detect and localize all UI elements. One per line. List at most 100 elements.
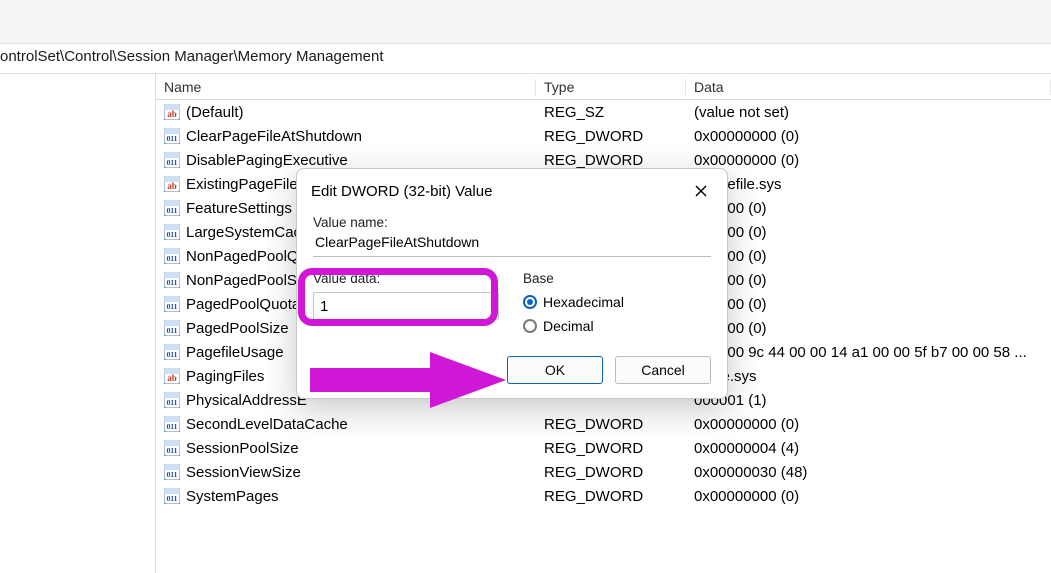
svg-text:011: 011 [167, 398, 178, 407]
row-type: REG_DWORD [536, 440, 686, 457]
radio-decimal[interactable]: Decimal [523, 314, 711, 338]
edit-dword-dialog: Edit DWORD (32-bit) Value Value name: Va… [296, 168, 728, 399]
table-row[interactable]: 011 SessionPoolSize REG_DWORD0x00000004 (4… [156, 436, 1051, 460]
row-name: ClearPageFileAtShutdown [186, 128, 362, 145]
row-name: FeatureSettings [186, 200, 292, 217]
row-data: 000000 (0) [686, 272, 1051, 289]
row-type: REG_DWORD [536, 128, 686, 145]
row-type: REG_DWORD [536, 488, 686, 505]
reg-dword-icon: 011 [164, 224, 180, 240]
reg-dword-icon: 011 [164, 392, 180, 408]
row-name: ExistingPageFiles [186, 176, 305, 193]
toolbar-area [0, 0, 1051, 44]
row-name: SessionPoolSize [186, 440, 299, 457]
header-type[interactable]: Type [536, 79, 686, 95]
row-data: 0x00000030 (48) [686, 464, 1051, 481]
value-data-input[interactable] [313, 292, 499, 320]
dialog-title-text: Edit DWORD (32-bit) Value [311, 183, 492, 200]
radio-dec-indicator [523, 319, 537, 333]
base-label: Base [523, 271, 711, 286]
row-data: 1 00 00 9c 44 00 00 14 a1 00 00 5f b7 00… [686, 344, 1051, 361]
list-header: Name Type Data [156, 74, 1051, 100]
svg-text:ab: ab [167, 373, 177, 383]
row-name: PagedPoolQuota [186, 296, 300, 313]
reg-dword-icon: 011 [164, 320, 180, 336]
radio-hex-label: Hexadecimal [543, 294, 624, 310]
header-name[interactable]: Name [156, 79, 536, 95]
row-data: 000001 (1) [686, 392, 1051, 409]
row-name: SecondLevelDataCache [186, 416, 348, 433]
header-data[interactable]: Data [686, 79, 1051, 95]
row-data: 000000 (0) [686, 248, 1051, 265]
svg-text:011: 011 [167, 230, 178, 239]
reg-dword-icon: 011 [164, 128, 180, 144]
row-data: :\pagefile.sys [686, 176, 1051, 193]
row-type: REG_DWORD [536, 464, 686, 481]
radio-hexadecimal[interactable]: Hexadecimal [523, 290, 711, 314]
row-data: 000000 (0) [686, 224, 1051, 241]
close-icon [695, 185, 707, 197]
reg-sz-icon: ab [164, 368, 180, 384]
row-data: gefile.sys [686, 368, 1051, 385]
row-name: PagingFiles [186, 368, 264, 385]
row-name: DisablePagingExecutive [186, 152, 348, 169]
dialog-titlebar[interactable]: Edit DWORD (32-bit) Value [297, 169, 727, 211]
svg-text:011: 011 [167, 350, 178, 359]
svg-text:011: 011 [167, 470, 178, 479]
row-name: PagefileUsage [186, 344, 284, 361]
reg-dword-icon: 011 [164, 152, 180, 168]
address-bar[interactable]: ontrolSet\Control\Session Manager\Memory… [0, 44, 1051, 74]
row-name: NonPagedPoolQu [186, 248, 307, 265]
row-name: PagedPoolSize [186, 320, 289, 337]
row-name: SystemPages [186, 488, 279, 505]
ok-button[interactable]: OK [507, 356, 603, 384]
svg-text:011: 011 [167, 302, 178, 311]
reg-dword-icon: 011 [164, 464, 180, 480]
svg-text:011: 011 [167, 494, 178, 503]
table-row[interactable]: ab(Default)REG_SZ(value not set) [156, 100, 1051, 124]
table-row[interactable]: 011 ClearPageFileAtShutdown REG_DWORD0x000… [156, 124, 1051, 148]
value-name-label: Value name: [313, 215, 711, 230]
value-data-label: Value data: [313, 271, 499, 286]
close-button[interactable] [685, 177, 717, 205]
row-name: (Default) [186, 104, 244, 121]
svg-text:011: 011 [167, 206, 178, 215]
table-row[interactable]: 011 SecondLevelDataCache REG_DWORD0x000000… [156, 412, 1051, 436]
reg-dword-icon: 011 [164, 248, 180, 264]
svg-text:ab: ab [167, 181, 177, 191]
row-type: REG_DWORD [536, 416, 686, 433]
row-name: NonPagedPoolSiz [186, 272, 308, 289]
reg-dword-icon: 011 [164, 200, 180, 216]
row-type: REG_DWORD [536, 152, 686, 169]
reg-dword-icon: 011 [164, 488, 180, 504]
svg-text:011: 011 [167, 278, 178, 287]
reg-dword-icon: 011 [164, 296, 180, 312]
cancel-button[interactable]: Cancel [615, 356, 711, 384]
row-data: 000000 (0) [686, 200, 1051, 217]
row-data: 000000 (0) [686, 296, 1051, 313]
tree-pane[interactable] [0, 74, 156, 573]
reg-dword-icon: 011 [164, 272, 180, 288]
table-row[interactable]: 011 SessionViewSize REG_DWORD0x00000030 (4… [156, 460, 1051, 484]
table-row[interactable]: 011 SystemPages REG_DWORD0x00000000 (0) [156, 484, 1051, 508]
row-data: 0x00000000 (0) [686, 488, 1051, 505]
reg-dword-icon: 011 [164, 416, 180, 432]
radio-dec-label: Decimal [543, 318, 594, 334]
value-name-field[interactable] [313, 230, 711, 257]
row-name: LargeSystemCach [186, 224, 309, 241]
radio-hex-indicator [523, 295, 537, 309]
svg-text:011: 011 [167, 326, 178, 335]
svg-text:ab: ab [167, 109, 177, 119]
row-name: PhysicalAddressE [186, 392, 307, 409]
row-data: 000000 (0) [686, 320, 1051, 337]
row-name: SessionViewSize [186, 464, 301, 481]
svg-text:011: 011 [167, 158, 178, 167]
row-data: 0x00000000 (0) [686, 128, 1051, 145]
reg-dword-icon: 011 [164, 344, 180, 360]
reg-dword-icon: 011 [164, 440, 180, 456]
svg-text:011: 011 [167, 134, 178, 143]
svg-text:011: 011 [167, 446, 178, 455]
row-data: 0x00000000 (0) [686, 416, 1051, 433]
row-type: REG_SZ [536, 104, 686, 121]
row-data: 0x00000004 (4) [686, 440, 1051, 457]
